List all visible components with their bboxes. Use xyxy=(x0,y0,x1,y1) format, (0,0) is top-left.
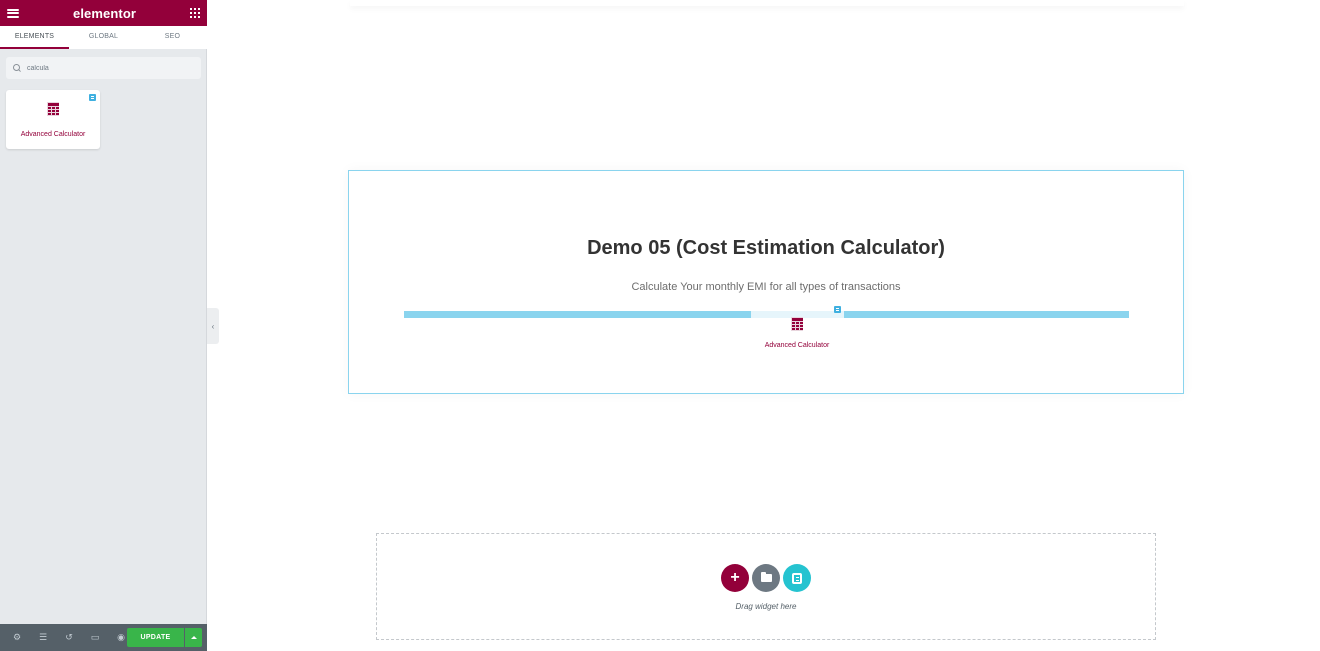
history-icon[interactable]: ↺ xyxy=(56,624,82,651)
widget-advanced-calculator[interactable]: Advanced Calculator xyxy=(6,90,100,149)
empty-section-dropzone[interactable]: + Drag widget here xyxy=(376,533,1156,640)
drag-widget-hint: Drag widget here xyxy=(735,602,797,611)
page-subtitle: Calculate Your monthly EMI for all types… xyxy=(631,281,901,293)
tab-elements[interactable]: ELEMENTS xyxy=(0,26,69,49)
calculator-icon xyxy=(791,317,803,331)
update-button[interactable]: UPDATE xyxy=(127,628,184,647)
page-title: Demo 05 (Cost Estimation Calculator) xyxy=(587,237,945,259)
tab-seo[interactable]: SEO xyxy=(138,26,207,49)
calculator-icon xyxy=(47,102,59,116)
panel-tabs: ELEMENTS GLOBAL SEO xyxy=(0,26,207,49)
elementor-panel: elementor ELEMENTS GLOBAL SEO Advanced C… xyxy=(0,0,207,651)
search-icon xyxy=(13,64,21,72)
chevron-left-icon: ‹ xyxy=(211,321,215,331)
drop-indicator xyxy=(404,311,751,318)
elementor-logo: elementor xyxy=(72,5,137,21)
navigator-icon[interactable]: ☰ xyxy=(30,624,56,651)
settings-icon[interactable]: ⚙ xyxy=(4,624,30,651)
add-template-button[interactable] xyxy=(752,564,780,592)
menu-icon[interactable] xyxy=(7,8,19,18)
widgets-grid-icon[interactable] xyxy=(190,8,200,18)
calculator-section[interactable]: Demo 05 (Cost Estimation Calculator) Cal… xyxy=(348,170,1184,394)
drop-indicator xyxy=(844,311,1129,318)
plus-icon: + xyxy=(730,569,740,586)
widget-search xyxy=(6,57,201,79)
previous-section-edge xyxy=(350,0,1184,6)
pro-badge-icon xyxy=(89,94,96,101)
responsive-icon[interactable]: ▭ xyxy=(82,624,108,651)
widget-label: Advanced Calculator xyxy=(20,131,86,138)
folder-icon xyxy=(760,572,772,582)
template-kit-button[interactable] xyxy=(783,564,811,592)
pro-badge-icon xyxy=(834,306,841,313)
panel-header: elementor xyxy=(0,0,207,26)
dragged-widget-label: Advanced Calculator xyxy=(764,342,830,349)
update-options-button[interactable] xyxy=(185,628,202,647)
widget-search-input[interactable] xyxy=(27,64,197,72)
tab-global[interactable]: GLOBAL xyxy=(69,26,138,49)
template-kit-icon xyxy=(792,572,802,584)
panel-collapse-handle[interactable]: ‹ xyxy=(207,308,219,344)
add-section-button[interactable]: + xyxy=(721,564,749,592)
